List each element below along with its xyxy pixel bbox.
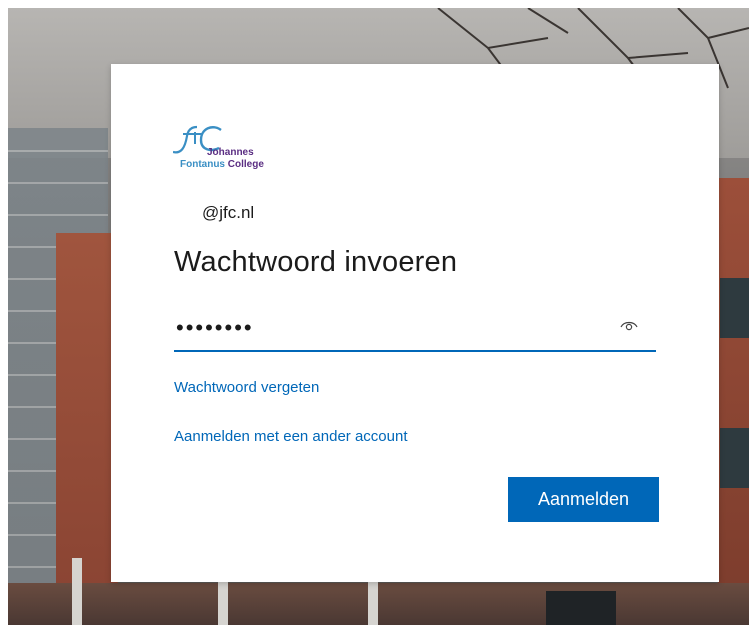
logo-text-fontanus: Fontanus xyxy=(180,159,225,170)
page-title: Wachtwoord invoeren xyxy=(174,246,458,278)
password-field[interactable]: •••••••• xyxy=(174,306,656,352)
organization-logo: Johannes Fontanus College xyxy=(173,122,303,182)
background-ground xyxy=(8,583,749,625)
login-card: Johannes Fontanus College @jfc.nl Wachtw… xyxy=(111,64,719,582)
logo-text-college: College xyxy=(227,159,264,170)
sign-in-button[interactable]: Aanmelden xyxy=(508,477,659,522)
other-account-link[interactable]: Aanmelden met een ander account xyxy=(174,428,408,445)
background-pillar xyxy=(72,558,82,625)
user-identity[interactable]: @jfc.nl xyxy=(202,203,254,223)
background-brick-wall-left xyxy=(56,233,118,603)
background-window xyxy=(720,428,749,488)
logo-text-fontanus-college: Fontanus College xyxy=(180,159,264,170)
background-window xyxy=(720,278,749,338)
forgot-password-link[interactable]: Wachtwoord vergeten xyxy=(174,379,319,396)
password-input-value[interactable]: •••••••• xyxy=(176,316,254,340)
background-door xyxy=(546,591,616,625)
eye-icon[interactable] xyxy=(620,318,638,332)
background-brick-wall-right xyxy=(718,178,749,598)
logo-text-johannes: Johannes xyxy=(207,147,254,158)
